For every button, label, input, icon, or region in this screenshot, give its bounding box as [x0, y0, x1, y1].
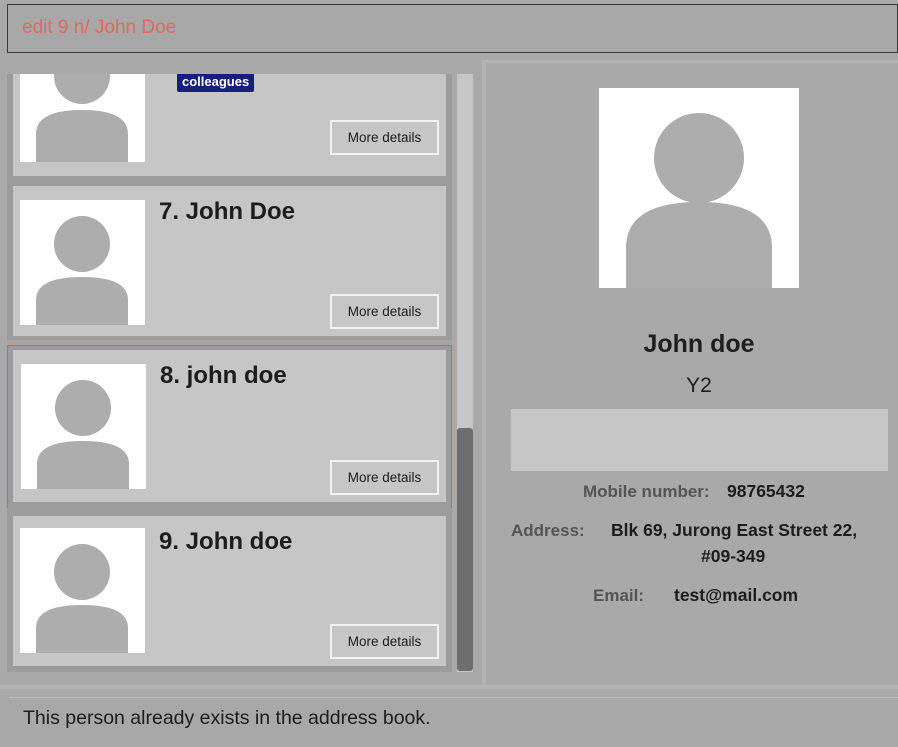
detail-tags-area [511, 409, 888, 471]
more-details-button[interactable]: More details [330, 120, 439, 155]
result-display: This person already exists in the addres… [9, 697, 898, 747]
command-box[interactable]: edit 9 n/ John Doe [7, 4, 898, 53]
person-card-wrapper: colleagues More details [7, 74, 452, 188]
tag-badge: colleagues [177, 74, 255, 92]
divider [0, 685, 898, 689]
person-name: 7. John Doe [159, 198, 296, 225]
address-value-line2: #09-349 [701, 546, 766, 566]
person-card-wrapper: 9. John doe More details [7, 508, 452, 672]
email-value: test@mail.com [674, 585, 799, 605]
person-card-wrapper: 7. John Doe More details [7, 178, 452, 340]
divider [482, 60, 898, 63]
detail-name: John doe [643, 330, 755, 358]
detail-year: Y2 [686, 374, 712, 397]
avatar-placeholder-icon [20, 528, 145, 653]
avatar-placeholder-icon [21, 364, 146, 489]
more-details-button[interactable]: More details [330, 460, 439, 495]
person-name: 9. John doe [159, 528, 293, 555]
person-card[interactable]: 8. john doe More details [13, 350, 446, 502]
email-label: Email: [593, 586, 645, 605]
address-value-line1: Blk 69, Jurong East Street 22, [611, 520, 858, 540]
more-details-button[interactable]: More details [330, 624, 439, 659]
profile-photo-icon [599, 88, 799, 288]
command-input[interactable]: edit 9 n/ John Doe [22, 17, 887, 39]
more-details-button[interactable]: More details [330, 294, 439, 329]
person-name: 8. john doe [160, 362, 287, 389]
mobile-value: 98765432 [727, 481, 805, 501]
avatar-placeholder-icon [20, 200, 145, 325]
result-message: This person already exists in the addres… [23, 707, 431, 729]
person-card[interactable]: 7. John Doe More details [13, 186, 446, 336]
person-card[interactable]: 9. John doe More details [13, 516, 446, 666]
panel-divider[interactable] [482, 62, 486, 686]
scrollbar-thumb[interactable] [457, 428, 473, 671]
address-label: Address: [511, 521, 585, 540]
person-card-wrapper-selected: 8. john doe More details [7, 345, 452, 509]
person-list[interactable]: colleagues More details 7. John Doe More… [7, 74, 452, 672]
list-scrollbar[interactable] [457, 74, 473, 672]
avatar-placeholder-icon [20, 74, 145, 162]
person-card[interactable]: colleagues More details [13, 74, 446, 176]
mobile-label: Mobile number: [583, 482, 710, 501]
